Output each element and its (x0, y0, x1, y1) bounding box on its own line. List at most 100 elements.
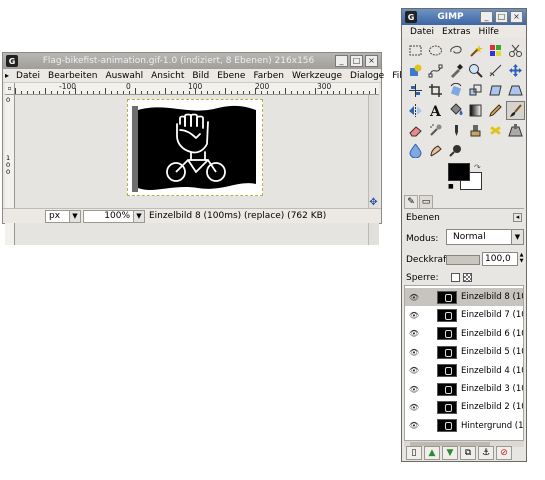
bucket-fill-icon[interactable] (446, 101, 465, 120)
menu-bearbeiten[interactable]: Bearbeiten (44, 71, 101, 81)
opacity-input[interactable]: 100,0 (482, 252, 518, 266)
minimize-button[interactable]: _ (480, 11, 493, 23)
menu-bild[interactable]: Bild (188, 71, 213, 81)
perspective-clone-icon[interactable] (506, 121, 525, 140)
ellipse-select-icon[interactable] (426, 41, 445, 60)
menu-farben[interactable]: Farben (249, 71, 288, 81)
layer-row[interactable]: 👁 Hintergrund (100 (405, 417, 523, 435)
measure-icon[interactable] (486, 61, 505, 80)
eye-icon[interactable]: 👁 (405, 385, 423, 394)
image-window-titlebar[interactable]: G Flag-bikefist-animation.gif-1.0 (indiz… (3, 53, 381, 69)
opacity-spin-buttons[interactable]: ▲ ▼ (518, 252, 525, 266)
eraser-icon[interactable] (406, 121, 425, 140)
lasso-icon[interactable] (446, 41, 465, 60)
dodge-burn-icon[interactable] (446, 141, 465, 160)
shear-icon[interactable] (486, 81, 505, 100)
lock-alpha-icon[interactable] (463, 273, 472, 282)
eye-icon[interactable]: 👁 (405, 293, 423, 302)
layer-row[interactable]: 👁 Einzelbild 4 (100 (405, 362, 523, 380)
blur-icon[interactable] (406, 141, 425, 160)
lower-layer-button[interactable]: ▼ (442, 446, 458, 460)
menu-extras[interactable]: Extras (438, 27, 474, 37)
align-icon[interactable] (406, 81, 425, 100)
maximize-button[interactable]: □ (495, 11, 508, 23)
raise-layer-button[interactable]: ▲ (424, 446, 440, 460)
eye-icon[interactable]: 👁 (405, 366, 423, 375)
crop-icon[interactable] (426, 81, 445, 100)
foreground-color-swatch[interactable] (448, 163, 470, 181)
menu-hilfe[interactable]: Hilfe (474, 27, 502, 37)
eye-icon[interactable]: 👁 (405, 348, 423, 357)
foreground-select-icon[interactable] (406, 61, 425, 80)
eye-icon[interactable]: 👁 (405, 421, 423, 430)
ink-icon[interactable] (446, 121, 465, 140)
scissors-icon[interactable] (506, 41, 525, 60)
menu-ansicht[interactable]: Ansicht (147, 71, 188, 81)
pencil-icon[interactable] (486, 101, 505, 120)
close-button[interactable]: × (365, 55, 378, 67)
tab-menu-icon[interactable]: ◂ (513, 213, 522, 222)
eye-icon[interactable]: 👁 (405, 403, 423, 412)
blend-icon[interactable] (466, 101, 485, 120)
menu-werkzeuge[interactable]: Werkzeuge (288, 71, 346, 81)
layer-row[interactable]: 👁 Einzelbild 5 (100 (405, 343, 523, 361)
layer-row[interactable]: 👁 Einzelbild 2 (100 (405, 398, 523, 416)
menu-datei[interactable]: Datei (406, 27, 438, 37)
menu-arrow-icon[interactable]: ▸ (5, 71, 9, 81)
opacity-slider[interactable] (446, 255, 480, 265)
anchor-layer-button[interactable]: ⚓ (478, 446, 494, 460)
close-button[interactable]: × (510, 11, 523, 23)
lock-pixels-checkbox[interactable] (451, 273, 460, 282)
gimp-wilber-icon[interactable]: G (405, 11, 417, 23)
rotate-icon[interactable] (446, 81, 465, 100)
menu-ebene[interactable]: Ebene (213, 71, 249, 81)
scale-icon[interactable] (466, 81, 485, 100)
tool-options-tab[interactable]: ✎ (404, 195, 418, 208)
menu-datei[interactable]: Datei (12, 71, 44, 81)
layers-tab[interactable]: ▭ (419, 195, 433, 208)
paintbrush-icon[interactable] (506, 101, 525, 120)
image-layer-boundary[interactable] (127, 99, 263, 196)
text-icon[interactable]: A (426, 101, 445, 120)
swap-colors-icon[interactable]: ↷ (474, 163, 481, 172)
layer-row[interactable]: 👁 Einzelbild 6 (100 (405, 325, 523, 343)
quick-mask-toggle[interactable]: ▫ (5, 83, 15, 95)
delete-layer-button[interactable]: ⊘ (496, 446, 512, 460)
layer-row[interactable]: 👁 Einzelbild 3 (100 (405, 380, 523, 398)
unit-select[interactable]: px ▼ (45, 209, 81, 223)
layer-row[interactable]: 👁 Einzelbild 8 (100 (405, 288, 523, 306)
eye-icon[interactable]: 👁 (405, 311, 423, 320)
smudge-icon[interactable] (426, 141, 445, 160)
gimp-wilber-icon[interactable]: G (6, 55, 18, 67)
zoom-icon[interactable] (466, 61, 485, 80)
paths-icon[interactable] (426, 61, 445, 80)
chevron-down-icon[interactable]: ▼ (511, 230, 523, 244)
heal-icon[interactable] (486, 121, 505, 140)
menu-auswahl[interactable]: Auswahl (101, 71, 147, 81)
duplicate-layer-button[interactable]: ⧉ (460, 446, 476, 460)
default-colors-icon[interactable]: ■ (448, 183, 454, 190)
clone-icon[interactable] (466, 121, 485, 140)
mode-select[interactable]: Normal ▼ (446, 229, 524, 245)
layer-row[interactable]: 👁 Einzelbild 7 (100 (405, 306, 523, 324)
zoom-select[interactable]: 100% ▼ (83, 209, 145, 223)
fuzzy-select-icon[interactable] (466, 41, 485, 60)
eye-icon[interactable]: 👁 (405, 329, 423, 338)
horizontal-ruler[interactable]: -100 0 100 200 300 (15, 83, 379, 95)
layers-list[interactable]: 👁 Einzelbild 8 (100 👁 Einzelbild 7 (100 👁 Ein… (404, 285, 524, 441)
color-picker-icon[interactable] (446, 61, 465, 80)
minimize-button[interactable]: _ (335, 55, 348, 67)
navigate-icon[interactable]: ✥ (368, 197, 379, 208)
rect-select-icon[interactable] (406, 41, 425, 60)
move-icon[interactable] (506, 61, 525, 80)
maximize-button[interactable]: □ (350, 55, 363, 67)
color-select-icon[interactable] (486, 41, 505, 60)
chevron-down-icon[interactable]: ▼ (133, 210, 144, 222)
chevron-down-icon[interactable]: ▼ (69, 210, 80, 222)
airbrush-icon[interactable] (426, 121, 445, 140)
toolbox-titlebar[interactable]: G GIMP _ □ × (402, 9, 526, 25)
flip-icon[interactable] (406, 101, 425, 120)
new-layer-button[interactable]: ▯ (406, 446, 422, 460)
menu-dialoge[interactable]: Dialoge (346, 71, 388, 81)
perspective-icon[interactable] (506, 81, 525, 100)
